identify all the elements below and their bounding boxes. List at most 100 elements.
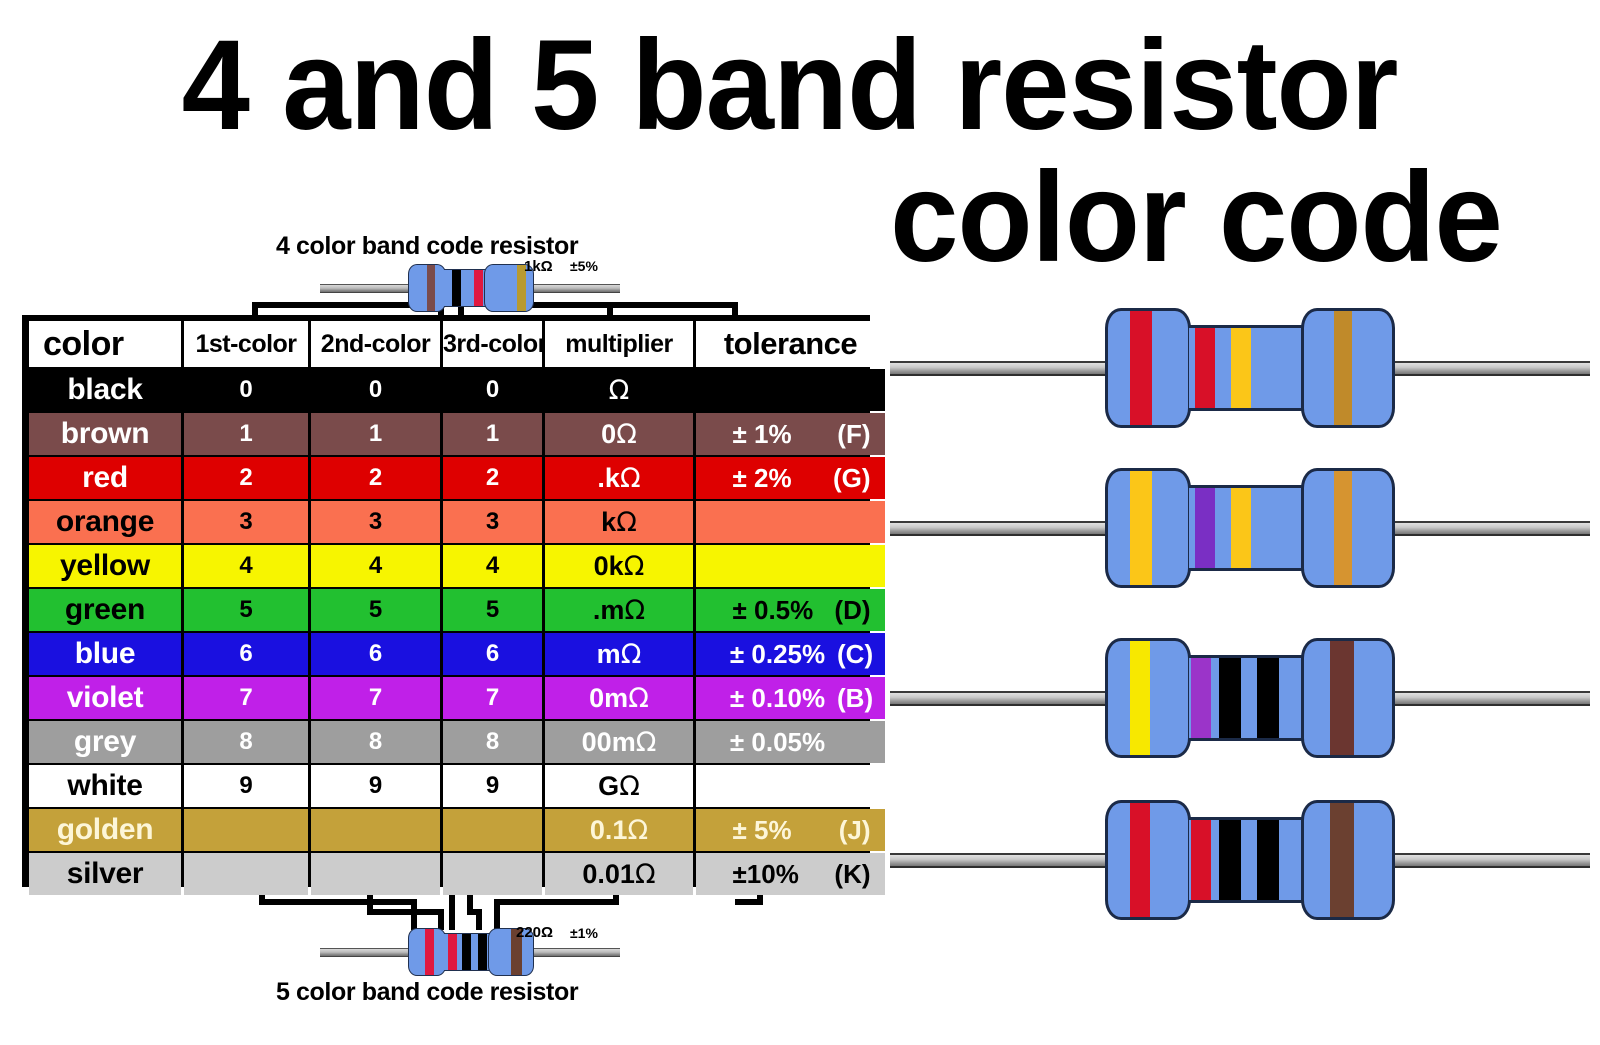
resistor-lead-left <box>890 853 1140 868</box>
cell-digit-1: 9 <box>184 765 308 807</box>
cell-digit-1: 5 <box>184 589 308 631</box>
cell-digit-3: 4 <box>443 545 542 587</box>
cell-multiplier: 0.1Ω <box>545 809 693 851</box>
cell-color-name: black <box>29 369 181 411</box>
cell-digit-1 <box>184 809 308 851</box>
cell-digit-2 <box>311 853 440 895</box>
cell-digit-3 <box>443 853 542 895</box>
table-row: violet 7 7 7 0mΩ ± 0.10% (B) <box>29 677 885 719</box>
band-2 <box>1195 487 1215 569</box>
four-band-caption: 4 color band code resistor <box>276 232 579 260</box>
cell-digit-2: 9 <box>311 765 440 807</box>
cell-multiplier: mΩ <box>545 633 693 675</box>
cell-digit-2: 6 <box>311 633 440 675</box>
band-5 <box>1330 641 1354 755</box>
header-2nd-color: 2nd-color <box>311 321 440 367</box>
resistor-body-left-cap <box>1105 800 1191 920</box>
header-3rd-color: 3rd-color <box>443 321 542 367</box>
cell-color-name: red <box>29 457 181 499</box>
band-3 <box>1219 657 1241 739</box>
band-4 <box>1334 311 1352 425</box>
band-2 <box>1191 819 1211 901</box>
sample-resistors-panel <box>890 300 1590 940</box>
four-band-resistor-diagram: 4 color band code resistor 1kΩ ±5% <box>258 232 678 317</box>
cell-tolerance: ±10% (K) <box>696 853 885 895</box>
table-row: orange 3 3 3 kΩ <box>29 501 885 543</box>
cell-digit-3: 2 <box>443 457 542 499</box>
band-4 <box>1257 657 1279 739</box>
resistor-body-left-cap <box>408 264 446 312</box>
five-band-resistor-diagram: 220Ω ±1% 5 color band code resistor <box>258 920 678 1010</box>
table-row: silver 0.01Ω ±10% (K) <box>29 853 885 895</box>
cell-multiplier: kΩ <box>545 501 693 543</box>
band-4 <box>1334 471 1352 585</box>
cell-color-name: green <box>29 589 181 631</box>
band-1 <box>1130 471 1152 585</box>
cell-color-name: brown <box>29 413 181 455</box>
five-band-tolerance-label: ±1% <box>570 925 598 941</box>
cell-tolerance: ± 0.05% <box>696 721 885 763</box>
cell-digit-2 <box>311 809 440 851</box>
cell-digit-1: 1 <box>184 413 308 455</box>
cell-color-name: white <box>29 765 181 807</box>
cell-digit-1: 0 <box>184 369 308 411</box>
table-row: golden 0.1Ω ± 5% (J) <box>29 809 885 851</box>
resistor-lead-right <box>528 948 620 957</box>
band-5 <box>1330 803 1354 917</box>
cell-digit-2: 0 <box>311 369 440 411</box>
cell-color-name: blue <box>29 633 181 675</box>
table-row: green 5 5 5 .mΩ ± 0.5% (D) <box>29 589 885 631</box>
resistor-body <box>1105 638 1395 758</box>
resistor-lead-left <box>890 691 1140 706</box>
band-2 <box>452 270 461 306</box>
resistor-body-right-cap <box>1301 468 1395 588</box>
cell-digit-1: 4 <box>184 545 308 587</box>
band-2 <box>1195 327 1215 409</box>
cell-color-name: golden <box>29 809 181 851</box>
band-4 <box>478 934 487 970</box>
resistor-lead-right <box>1390 853 1590 868</box>
resistor-waist-left <box>444 269 486 307</box>
resistor-body-right-cap <box>1301 308 1395 428</box>
band-1 <box>1130 641 1150 755</box>
table-row: yellow 4 4 4 0kΩ <box>29 545 885 587</box>
table-row: blue 6 6 6 mΩ ± 0.25% (C) <box>29 633 885 675</box>
cell-multiplier: 00mΩ <box>545 721 693 763</box>
header-1st-color: 1st-color <box>184 321 308 367</box>
cell-digit-1: 2 <box>184 457 308 499</box>
resistor-body <box>1105 308 1395 428</box>
resistor-lead-right <box>1390 521 1590 536</box>
cell-multiplier: 0kΩ <box>545 545 693 587</box>
resistor-waist <box>1189 324 1305 412</box>
cell-digit-3: 9 <box>443 765 542 807</box>
cell-multiplier: 0mΩ <box>545 677 693 719</box>
cell-tolerance: ± 0.5% (D) <box>696 589 885 631</box>
cell-digit-2: 8 <box>311 721 440 763</box>
resistor-waist <box>1189 816 1305 904</box>
band-1 <box>1130 311 1152 425</box>
cell-multiplier: .mΩ <box>545 589 693 631</box>
resistor-waist <box>1189 484 1305 572</box>
resistor-body-left-cap <box>1105 638 1191 758</box>
page-title: 4 and 5 band resistor color code <box>0 22 1560 282</box>
cell-tolerance: ± 2% (G) <box>696 457 885 499</box>
resistor-body-left-cap <box>1105 308 1191 428</box>
band-2 <box>1191 657 1211 739</box>
cell-multiplier: .kΩ <box>545 457 693 499</box>
five-band-caption: 5 color band code resistor <box>276 978 579 1006</box>
cell-tolerance: ± 1% (F) <box>696 413 885 455</box>
four-band-tolerance-label: ±5% <box>570 258 598 274</box>
resistor-body-right-cap <box>1301 638 1395 758</box>
sample-resistor-3 <box>890 638 1590 758</box>
header-multiplier: multiplier <box>545 321 693 367</box>
cell-digit-3: 0 <box>443 369 542 411</box>
resistor-body-left-cap <box>408 928 446 976</box>
resistor-lead-left <box>320 284 416 293</box>
cell-digit-3: 3 <box>443 501 542 543</box>
resistor-waist-left <box>444 933 490 971</box>
four-band-value-label: 1kΩ <box>524 258 553 275</box>
resistor-color-code-table: color 1st-color 2nd-color 3rd-color mult… <box>22 315 885 895</box>
cell-tolerance <box>696 501 885 543</box>
cell-digit-2: 3 <box>311 501 440 543</box>
cell-digit-2: 1 <box>311 413 440 455</box>
